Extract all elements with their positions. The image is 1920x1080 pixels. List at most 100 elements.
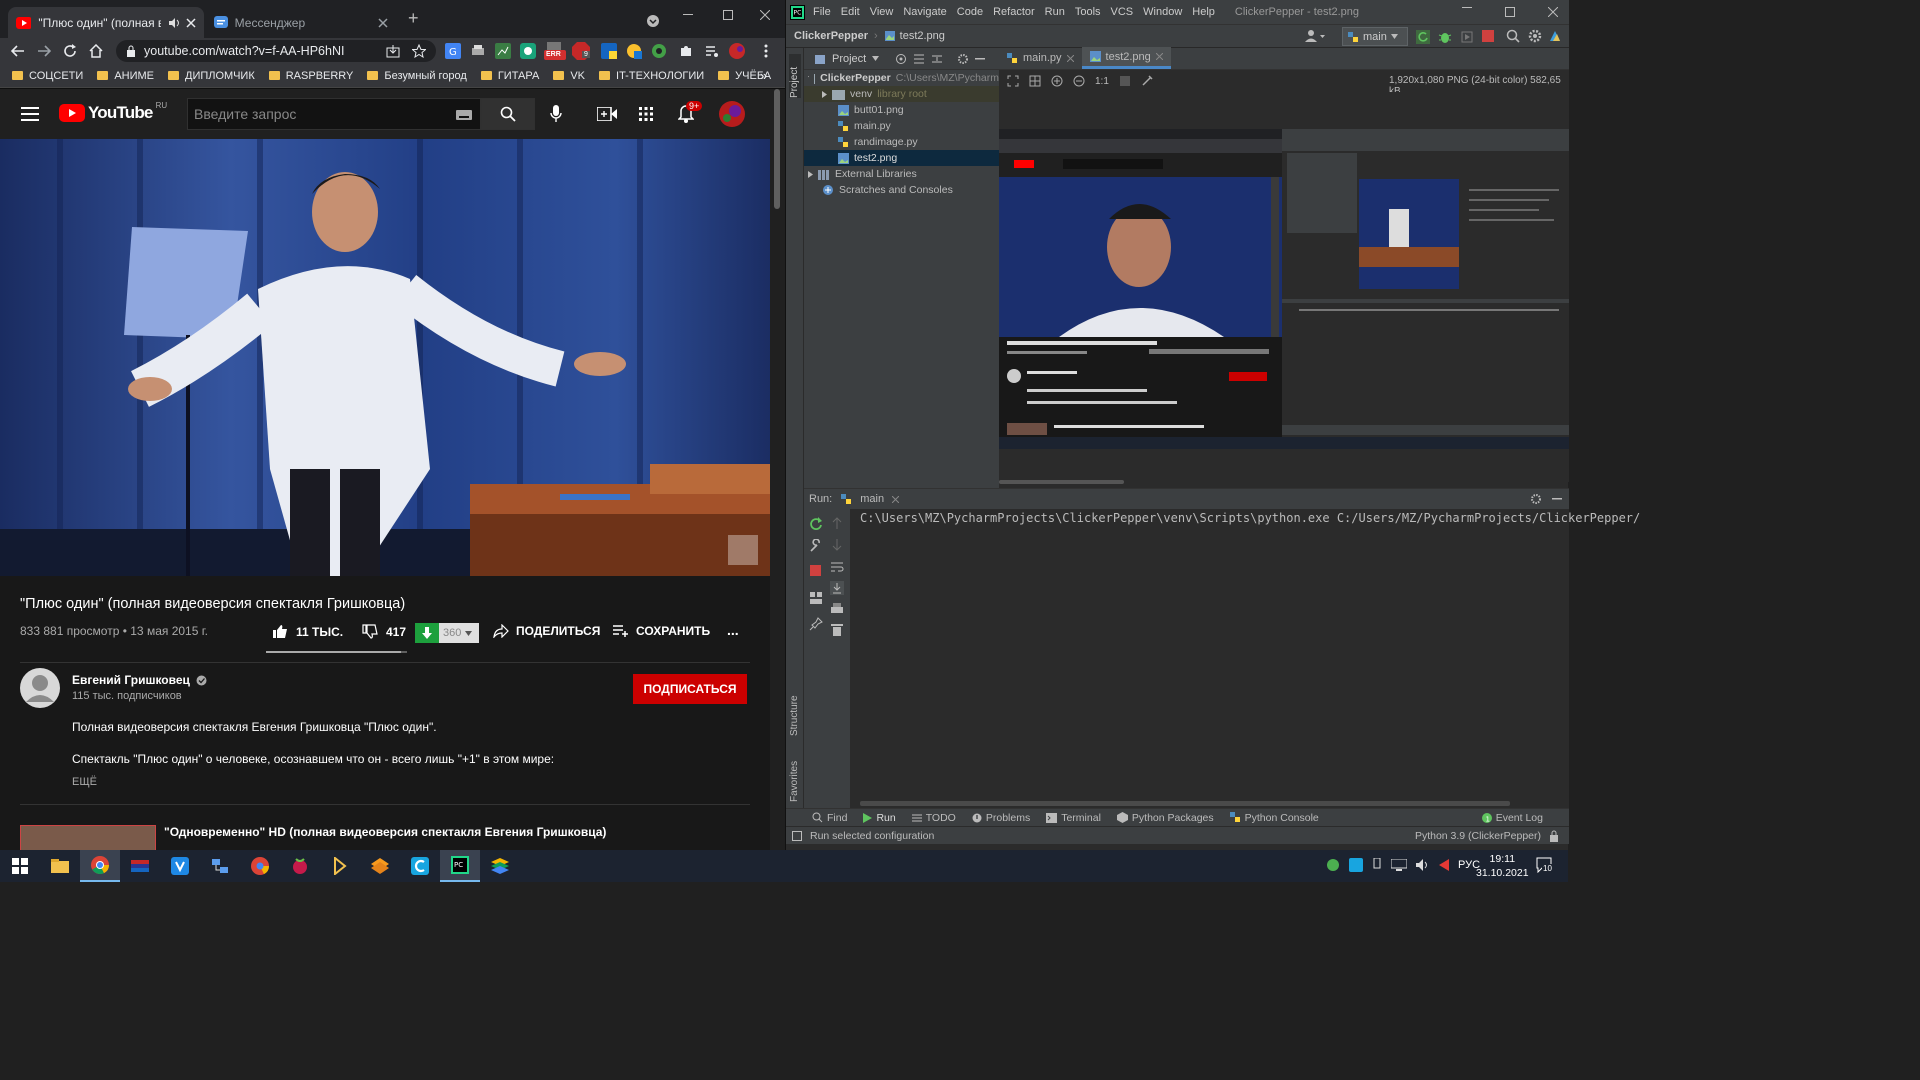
rerun-icon[interactable]: [1416, 30, 1430, 44]
grid-icon[interactable]: [1029, 75, 1041, 87]
tree-item-file[interactable]: butt01.png: [804, 102, 999, 118]
project-tool-tab[interactable]: Project: [789, 54, 801, 98]
more-actions-button[interactable]: ...: [727, 622, 739, 638]
run-tab-main[interactable]: main: [860, 493, 884, 505]
bookmarks-overflow-button[interactable]: »: [760, 68, 767, 83]
download-extension-button[interactable]: 360: [415, 623, 479, 643]
taskbar-raspberry[interactable]: [280, 850, 320, 882]
share-button[interactable]: ПОДЕЛИТЬСЯ: [493, 624, 600, 638]
bookmark-folder[interactable]: Безумный город: [367, 70, 467, 82]
search-icon[interactable]: [1506, 29, 1520, 43]
menu-code[interactable]: Code: [957, 6, 983, 18]
taskbar-chrome-2[interactable]: [240, 850, 280, 882]
zoom-in-icon[interactable]: [1051, 75, 1063, 87]
horizontal-scrollbar-thumb[interactable]: [999, 480, 1124, 484]
tab-main-py[interactable]: main.py: [999, 47, 1082, 69]
locate-file-icon[interactable]: [895, 53, 907, 65]
taskbar-chrome[interactable]: [80, 850, 120, 882]
install-icon[interactable]: [386, 44, 400, 58]
search-input[interactable]: Введите запрос: [187, 98, 481, 130]
structure-tool-tab[interactable]: Structure: [789, 676, 800, 736]
menu-edit[interactable]: Edit: [841, 6, 860, 18]
tab-test2-png[interactable]: test2.png: [1081, 47, 1171, 69]
close-tab-icon[interactable]: [892, 495, 900, 503]
menu-tools[interactable]: Tools: [1075, 6, 1101, 18]
expand-all-icon[interactable]: [913, 53, 925, 65]
tree-item-venv[interactable]: venv library root: [804, 86, 999, 102]
bookmark-folder[interactable]: IT-ТЕХНОЛОГИИ: [599, 70, 704, 82]
layout-icon[interactable]: [809, 591, 823, 605]
debug-icon[interactable]: [1438, 30, 1452, 44]
breadcrumb-project[interactable]: ClickerPepper: [794, 30, 868, 42]
user-icon[interactable]: [1304, 29, 1326, 43]
volume-icon[interactable]: [1416, 859, 1430, 871]
reload-icon[interactable]: [61, 42, 79, 60]
network-icon[interactable]: [1391, 859, 1407, 871]
scrollbar-thumb[interactable]: [774, 89, 780, 209]
tab-terminal[interactable]: Terminal: [1046, 812, 1101, 824]
like-button[interactable]: 11 ТЫС.: [272, 624, 343, 639]
settings-gear-icon[interactable]: [1528, 29, 1542, 43]
color-picker-icon[interactable]: [1141, 75, 1153, 87]
profile-avatar-icon[interactable]: [728, 42, 746, 60]
dislike-button[interactable]: 417: [362, 624, 406, 639]
interpreter-selector[interactable]: Python 3.9 (ClickerPepper): [1415, 830, 1541, 842]
ext-icon-b[interactable]: [625, 42, 643, 60]
code-with-me-icon[interactable]: [1548, 29, 1562, 43]
avatar[interactable]: [719, 101, 745, 127]
close-window-icon[interactable]: [1548, 7, 1558, 17]
create-video-icon[interactable]: [597, 107, 617, 121]
bookmark-folder[interactable]: RASPBERRY: [268, 70, 353, 82]
maximize-icon[interactable]: [1505, 7, 1515, 17]
close-tab-icon[interactable]: [378, 17, 388, 28]
next-video-thumbnail[interactable]: [20, 825, 156, 850]
console-horizontal-scrollbar[interactable]: [860, 801, 1510, 806]
show-more-button[interactable]: ЕЩЁ: [72, 776, 97, 788]
tray-app-c-icon[interactable]: [1349, 858, 1363, 872]
audio-icon[interactable]: [168, 17, 180, 29]
close-window-icon[interactable]: [745, 0, 785, 30]
tree-item-scratches[interactable]: Scratches and Consoles: [804, 182, 999, 198]
menu-help[interactable]: Help: [1192, 6, 1215, 18]
tray-app-icon[interactable]: [1326, 858, 1340, 872]
tab-search-icon[interactable]: [646, 14, 660, 28]
scroll-up-icon[interactable]: [832, 517, 842, 529]
clock[interactable]: 19:11 31.10.2021: [1476, 852, 1529, 880]
menu-vcs[interactable]: VCS: [1111, 6, 1134, 18]
taskbar-bluestacks[interactable]: [480, 850, 520, 882]
tab-todo[interactable]: TODO: [911, 812, 956, 824]
address-bar[interactable]: youtube.com/watch?v=f-AA-HP6hNI: [116, 40, 436, 62]
taskbar-explorer[interactable]: [40, 850, 80, 882]
bookmark-folder[interactable]: ДИПЛОМЧИК: [168, 70, 255, 82]
collapse-all-icon[interactable]: [931, 53, 943, 65]
tab-run[interactable]: Run: [863, 812, 896, 824]
back-icon[interactable]: [9, 42, 27, 60]
taskbar-sublime[interactable]: [360, 850, 400, 882]
settings-gear-icon[interactable]: [1530, 493, 1542, 505]
menu-run[interactable]: Run: [1045, 6, 1065, 18]
tree-item-external-libraries[interactable]: External Libraries: [804, 166, 999, 182]
fit-zoom-icon[interactable]: [1007, 75, 1019, 87]
next-video-title[interactable]: "Одновременно" HD (полная видеоверсия сп…: [164, 825, 606, 839]
run-config-select[interactable]: main: [1342, 27, 1408, 46]
minimize-icon[interactable]: [668, 0, 708, 30]
menu-window[interactable]: Window: [1143, 6, 1182, 18]
notification-triangle-icon[interactable]: [1439, 859, 1449, 871]
favorites-tool-tab[interactable]: Favorites: [789, 746, 800, 802]
settings-gear-icon[interactable]: [957, 53, 969, 65]
chevron-down-icon[interactable]: [872, 56, 880, 61]
bookmark-star-icon[interactable]: [412, 44, 426, 58]
scroll-to-end-icon[interactable]: [830, 581, 844, 595]
forward-icon[interactable]: [35, 42, 53, 60]
wrench-icon[interactable]: [809, 539, 823, 553]
usb-icon[interactable]: [1372, 858, 1382, 872]
maximize-icon[interactable]: [708, 0, 748, 30]
tree-item-file-selected[interactable]: test2.png: [804, 150, 999, 166]
background-toggle-icon[interactable]: [1119, 75, 1131, 87]
page-scrollbar[interactable]: [770, 89, 785, 850]
tab-find[interactable]: Find: [812, 812, 847, 824]
menu-file[interactable]: File: [813, 6, 831, 18]
channel-name-row[interactable]: Евгений Гришковец: [72, 673, 207, 687]
tab-youtube[interactable]: "Плюс один" (полная видео: [8, 7, 204, 38]
media-control-icon[interactable]: [703, 42, 721, 60]
